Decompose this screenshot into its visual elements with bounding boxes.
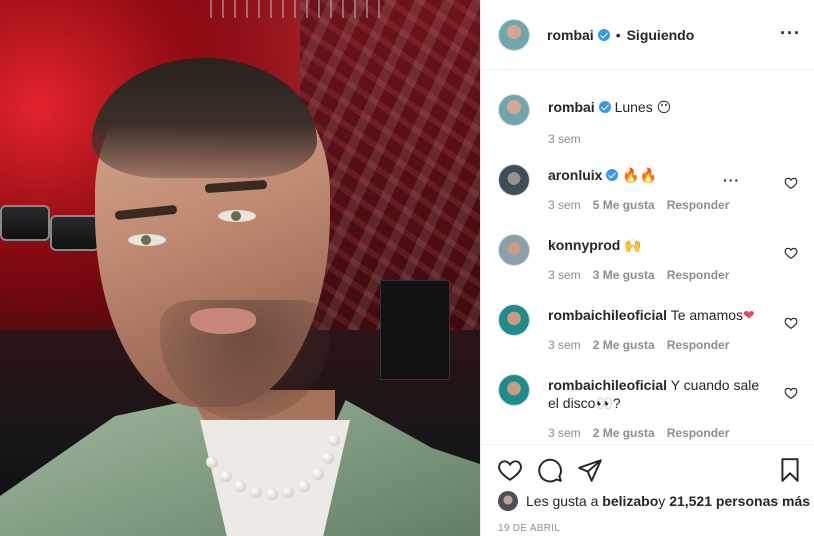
comments-list[interactable]: rombai Lunes 😶 3 sem aronluix 🔥🔥 ··· 3 s… — [481, 70, 814, 444]
verified-badge-icon — [606, 169, 619, 181]
comment-item: rombaichileoficial Te amamos❤ 3 sem 2 Me … — [498, 304, 798, 364]
comment-like-heart-icon[interactable] — [784, 316, 798, 330]
likes-summary: Les gusta a belizabo y 21,521 personas m… — [498, 491, 810, 511]
comment-icon[interactable] — [537, 457, 563, 483]
reply-button[interactable]: Responder — [667, 426, 730, 440]
comment-item: rombaichileoficial Y cuando sale el disc… — [498, 374, 798, 444]
verified-badge-icon — [598, 101, 611, 113]
instagram-post: rombai • Siguiendo ··· rombai Lunes 😶 3 … — [0, 0, 814, 536]
post-side-panel: rombai • Siguiendo ··· rombai Lunes 😶 3 … — [480, 0, 814, 536]
bookmark-icon[interactable] — [777, 457, 803, 483]
reply-button[interactable]: Responder — [667, 268, 730, 282]
comment-username[interactable]: rombaichileoficial — [548, 307, 667, 323]
comment-avatar[interactable] — [498, 164, 530, 196]
author-avatar[interactable] — [498, 18, 530, 51]
comment-emoji: ❤ — [743, 308, 755, 324]
comment-like-heart-icon[interactable] — [784, 176, 798, 190]
comment-likes[interactable]: 5 Me gusta — [593, 198, 655, 212]
reply-button[interactable]: Responder — [667, 338, 730, 352]
caption-time[interactable]: 3 sem — [548, 132, 581, 146]
follow-separator: • — [615, 26, 621, 43]
comment-avatar[interactable] — [498, 304, 530, 336]
comment-text: Te amamos — [670, 307, 744, 323]
comment-username[interactable]: rombaichileoficial — [548, 377, 667, 393]
heart-icon[interactable] — [497, 457, 523, 483]
comment-options-icon[interactable]: ··· — [723, 172, 740, 188]
comment-time[interactable]: 3 sem — [548, 426, 581, 440]
caption-username[interactable]: rombai — [548, 99, 595, 115]
comment-like-heart-icon[interactable] — [784, 386, 798, 400]
comment-likes[interactable]: 3 Me gusta — [593, 268, 655, 282]
comment-item: aronluix 🔥🔥 ··· 3 sem 5 Me gusta Responder — [498, 164, 798, 224]
caption-text: Lunes — [614, 99, 657, 115]
more-horizontal-icon[interactable]: ··· — [780, 24, 801, 42]
comment-like-heart-icon[interactable] — [784, 246, 798, 260]
comment-emoji: 🔥🔥 — [622, 168, 658, 184]
post-date[interactable]: 19 DE ABRIL — [498, 523, 560, 534]
post-actions: Les gusta a belizabo y 21,521 personas m… — [481, 444, 814, 536]
comment-time[interactable]: 3 sem — [548, 198, 581, 212]
caption: rombai Lunes 😶 3 sem — [498, 94, 798, 154]
caption-emoji: 😶 — [656, 100, 672, 116]
post-photo[interactable] — [0, 0, 480, 536]
comment-likes[interactable]: 2 Me gusta — [593, 426, 655, 440]
likes-middle: y — [658, 493, 666, 509]
author-username[interactable]: rombai — [547, 27, 594, 43]
comment-time[interactable]: 3 sem — [548, 338, 581, 352]
caption-avatar[interactable] — [498, 94, 530, 126]
comment-item: konnyprod 🙌 3 sem 3 Me gusta Responder — [498, 234, 798, 294]
comment-username[interactable]: konnyprod — [548, 237, 620, 253]
comment-text-after: ? — [612, 395, 621, 411]
comment-likes[interactable]: 2 Me gusta — [593, 338, 655, 352]
likes-count[interactable]: 21,521 personas más — [669, 493, 810, 509]
comment-emoji: 🙌 — [624, 238, 642, 254]
liker-avatar[interactable] — [498, 491, 518, 511]
following-button[interactable]: Siguiendo — [627, 27, 695, 43]
comment-emoji: 👀 — [595, 396, 613, 412]
comment-avatar[interactable] — [498, 374, 530, 406]
liker-username[interactable]: belizabo — [602, 493, 658, 509]
share-icon[interactable] — [577, 457, 603, 483]
post-header: rombai • Siguiendo ··· — [481, 0, 814, 70]
comment-time[interactable]: 3 sem — [548, 268, 581, 282]
comment-username[interactable]: aronluix — [548, 167, 602, 183]
reply-button[interactable]: Responder — [667, 198, 730, 212]
likes-prefix: Les gusta a — [526, 493, 599, 509]
comment-avatar[interactable] — [498, 234, 530, 266]
verified-badge-icon — [597, 28, 610, 41]
